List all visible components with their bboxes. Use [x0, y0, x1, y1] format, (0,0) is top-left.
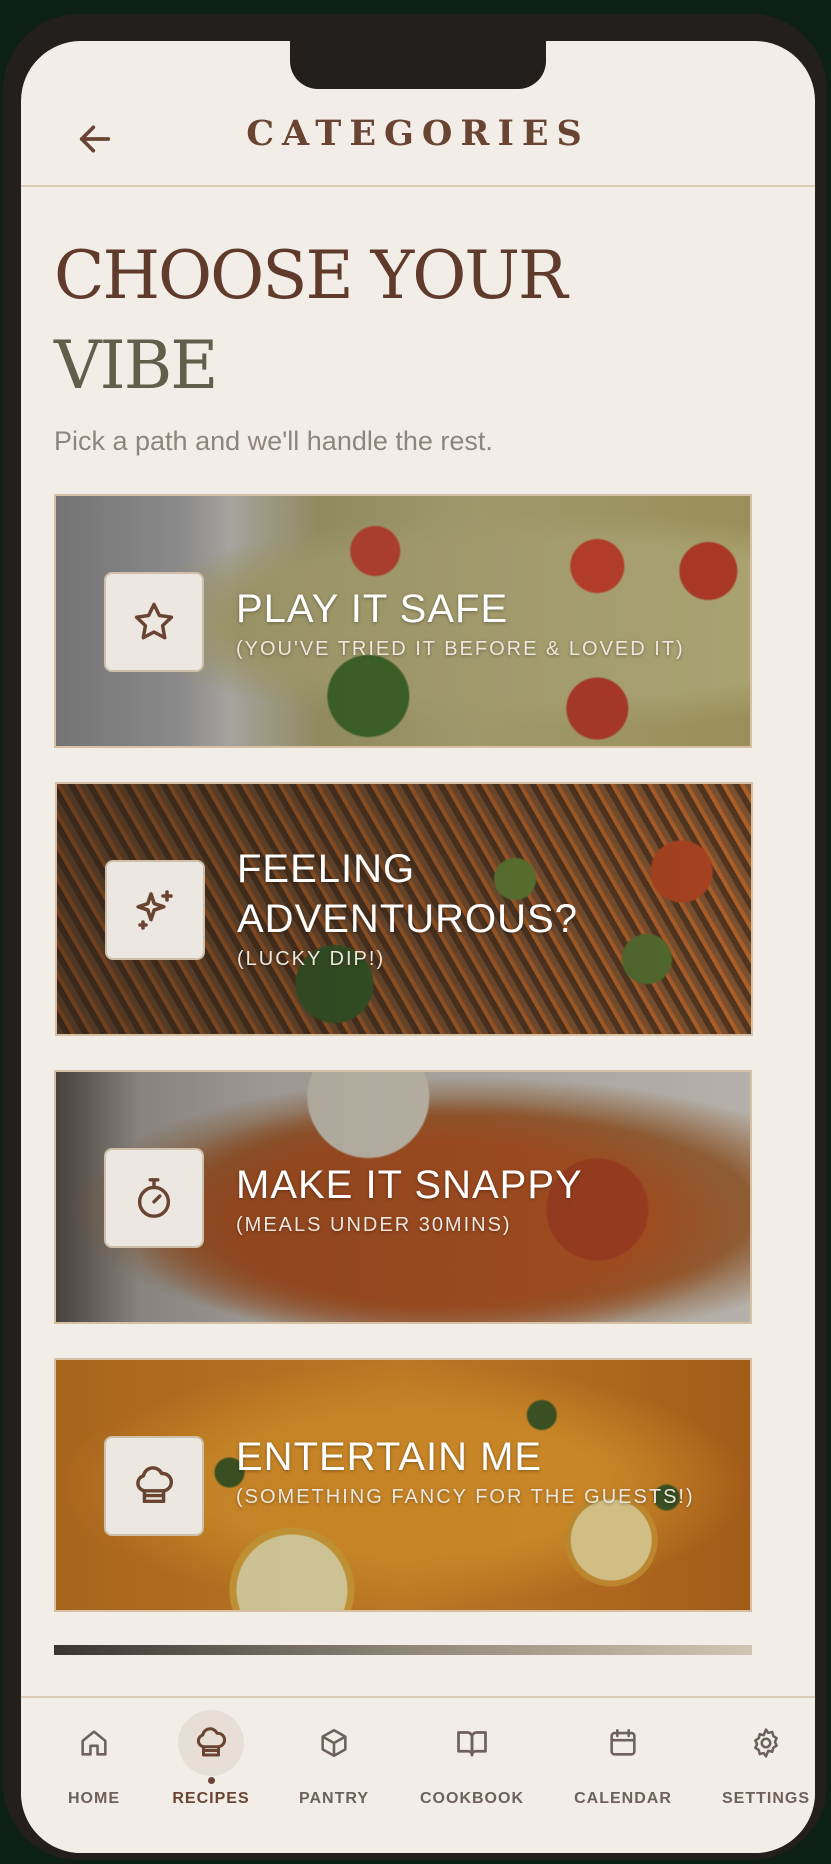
- card-subtitle: (SOMETHING FANCY FOR THE GUESTS!): [236, 1486, 695, 1508]
- chef-hat-icon: [136, 1466, 173, 1504]
- hero-line-2: VIBE: [54, 327, 218, 404]
- hero-line-1: CHOOSE YOUR: [54, 237, 568, 314]
- card-title: FEELING ADVENTUROUS?: [237, 847, 578, 941]
- card-text: PLAY IT SAFE (YOU'VE TRIED IT BEFORE & L…: [236, 584, 720, 664]
- card-subtitle: (YOU'VE TRIED IT BEFORE & LOVED IT): [236, 638, 685, 660]
- nav-icon-wrap: [590, 1710, 656, 1776]
- card-subtitle: (LUCKY DIP!): [237, 948, 386, 970]
- nav-home[interactable]: HOME: [34, 1698, 154, 1828]
- category-card-make-it-snappy[interactable]: MAKE IT SNAPPY (MEALS UNDER 30MINS): [54, 1070, 752, 1324]
- card-text: FEELING ADVENTUROUS? (LUCKY DIP!): [237, 844, 721, 974]
- category-card-feeling-adventurous[interactable]: FEELING ADVENTUROUS? (LUCKY DIP!): [55, 782, 753, 1036]
- home-icon: [81, 1730, 107, 1756]
- nav-label: SETTINGS: [721, 1790, 810, 1807]
- calendar-icon: [610, 1728, 636, 1756]
- hero-subtitle: Pick a path and we'll handle the rest.: [54, 426, 493, 456]
- nav-pantry[interactable]: PANTRY: [274, 1698, 394, 1828]
- nav-icon-wrap: [61, 1710, 127, 1776]
- category-card-play-it-safe[interactable]: PLAY IT SAFE (YOU'VE TRIED IT BEFORE & L…: [54, 494, 752, 748]
- nav-settings[interactable]: SETTINGS: [706, 1698, 815, 1828]
- stopwatch-icon: [137, 1178, 171, 1218]
- gear-icon: [754, 1728, 778, 1758]
- device-notch: [290, 41, 546, 89]
- card-icon-box: [104, 572, 204, 672]
- hero-heading: CHOOSE YOUR VIBE: [54, 231, 754, 411]
- nav-icon-wrap: [301, 1710, 367, 1776]
- card-icon-box: [104, 1148, 204, 1248]
- card-text: ENTERTAIN ME (SOMETHING FANCY FOR THE GU…: [236, 1432, 720, 1512]
- app-screen: CATEGORIES CHOOSE YOUR VIBE Pick a path …: [21, 41, 815, 1853]
- card-title: MAKE IT SNAPPY: [236, 1163, 583, 1207]
- next-card-peek: [54, 1645, 752, 1655]
- card-title: ENTERTAIN ME: [236, 1435, 543, 1479]
- page-title: CATEGORIES: [246, 113, 590, 154]
- phone-frame: CATEGORIES CHOOSE YOUR VIBE Pick a path …: [3, 14, 827, 1860]
- card-subtitle: (MEALS UNDER 30MINS): [236, 1214, 512, 1236]
- active-indicator-dot: [208, 1777, 215, 1784]
- star-icon: [134, 602, 174, 640]
- card-icon-box: [104, 1436, 204, 1536]
- nav-cookbook[interactable]: COOKBOOK: [412, 1698, 532, 1828]
- nav-icon-wrap: [439, 1710, 505, 1776]
- sparkles-icon: [136, 890, 173, 930]
- bottom-nav: HOME RECIPES PANTRY COOKBOOK CALENDAR SE…: [21, 1696, 815, 1853]
- nav-recipes[interactable]: RECIPES: [151, 1698, 271, 1828]
- chef-hat-icon: [196, 1727, 226, 1757]
- card-title: PLAY IT SAFE: [236, 587, 509, 631]
- book-icon: [457, 1731, 487, 1757]
- nav-calendar[interactable]: CALENDAR: [563, 1698, 683, 1828]
- card-text: MAKE IT SNAPPY (MEALS UNDER 30MINS): [236, 1160, 720, 1240]
- nav-icon-wrap: [178, 1710, 244, 1776]
- card-icon-box: [105, 860, 205, 960]
- category-card-entertain-me[interactable]: ENTERTAIN ME (SOMETHING FANCY FOR THE GU…: [54, 1358, 752, 1612]
- nav-icon-wrap: [733, 1710, 799, 1776]
- box-icon: [321, 1728, 347, 1758]
